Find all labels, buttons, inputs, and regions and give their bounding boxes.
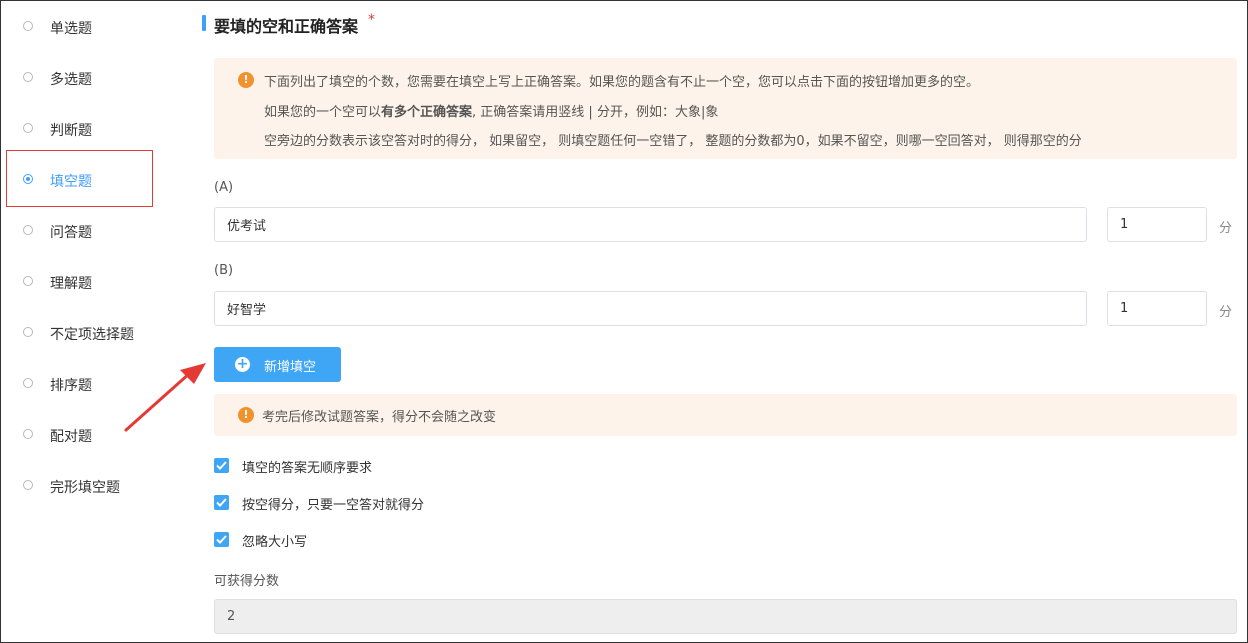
notice-line: 空旁边的分数表示该空答对时的得分， 如果留空， 则填空题任何一空错了， 整题的分… — [264, 134, 1082, 149]
question-type-label: 不定项选择题 — [50, 327, 134, 343]
radio-button[interactable] — [23, 480, 33, 490]
question-type-label: 完形填空题 — [50, 480, 120, 496]
warning-icon: ! — [238, 407, 254, 423]
question-type-label: 理解题 — [50, 276, 92, 292]
question-type-label: 判断题 — [50, 123, 92, 139]
question-type-label: 排序题 — [50, 378, 92, 394]
check-icon — [216, 498, 227, 507]
change-warning-notice: ! 考完后修改试题答案，得分不会随之改变 — [214, 394, 1237, 436]
checkbox-checked[interactable] — [214, 458, 229, 473]
check-icon — [216, 535, 227, 544]
radio-button[interactable] — [23, 225, 33, 235]
blank-label: (A) — [214, 180, 234, 195]
blank-score-input[interactable] — [1107, 207, 1207, 242]
total-score-field — [214, 599, 1237, 634]
instruction-notice: ! 下面列出了填空的个数，您需要在填空上写上正确答案。如果您的题含有不止一个空，… — [214, 58, 1237, 159]
plus-circle-icon: + — [235, 356, 250, 372]
radio-button[interactable] — [23, 378, 33, 388]
notice-text: 考完后修改试题答案，得分不会随之改变 — [262, 410, 497, 425]
radio-button[interactable] — [23, 72, 33, 82]
notice-line: 如果您的一个空可以有多个正确答案, 正确答案请用竖线 | 分开，例如：大象|象 — [264, 101, 718, 120]
question-type-single-choice[interactable]: 单选题 — [0, 12, 160, 42]
question-type-indefinite-choice[interactable]: 不定项选择题 — [0, 318, 160, 348]
score-unit: 分 — [1219, 305, 1233, 320]
radio-button[interactable] — [23, 123, 33, 133]
highlight-box — [6, 150, 153, 207]
question-type-true-false[interactable]: 判断题 — [0, 114, 160, 144]
section-title: 要填的空和正确答案 — [214, 17, 359, 36]
notice-line: 下面列出了填空的个数，您需要在填空上写上正确答案。如果您的题含有不止一个空，您可… — [264, 75, 980, 90]
checkbox-checked[interactable] — [214, 532, 229, 547]
section-accent-bar — [202, 15, 206, 31]
annotation-arrow-icon — [124, 363, 206, 432]
question-type-multiple-choice[interactable]: 多选题 — [0, 63, 160, 93]
notice-bold-text: 有多个正确答案 — [381, 105, 473, 120]
option-label: 按空得分，只要一空答对就得分 — [242, 498, 425, 513]
question-type-label: 问答题 — [50, 225, 92, 241]
option-label: 填空的答案无顺序要求 — [242, 461, 373, 476]
notice-text: 如果您的一个空可以 — [264, 105, 382, 120]
question-type-cloze[interactable]: 完形填空题 — [0, 471, 160, 501]
blank-score-input[interactable] — [1107, 291, 1207, 326]
notice-text: , 正确答案请用竖线 | 分开，例如：大象|象 — [472, 105, 719, 120]
question-type-comprehension[interactable]: 理解题 — [0, 267, 160, 297]
radio-button[interactable] — [23, 21, 33, 31]
blank-answer-input[interactable] — [214, 291, 1087, 326]
required-mark: * — [368, 12, 375, 28]
blank-answer-input[interactable] — [214, 207, 1087, 242]
check-icon — [216, 461, 227, 470]
radio-button[interactable] — [23, 429, 33, 439]
blank-label: (B) — [214, 263, 234, 278]
score-unit: 分 — [1219, 221, 1233, 236]
checkbox-checked[interactable] — [214, 495, 229, 510]
warning-icon: ! — [238, 72, 254, 88]
question-type-label: 配对题 — [50, 429, 92, 445]
total-score-label: 可获得分数 — [214, 574, 280, 589]
radio-button[interactable] — [23, 276, 33, 286]
question-type-short-answer[interactable]: 问答题 — [0, 216, 160, 246]
option-label: 忽略大小写 — [242, 535, 308, 550]
add-blank-button[interactable]: + 新增填空 — [214, 347, 341, 382]
question-type-label: 多选题 — [50, 72, 92, 88]
question-type-label: 单选题 — [50, 21, 92, 37]
add-blank-label: 新增填空 — [264, 360, 317, 375]
radio-button[interactable] — [23, 327, 33, 337]
